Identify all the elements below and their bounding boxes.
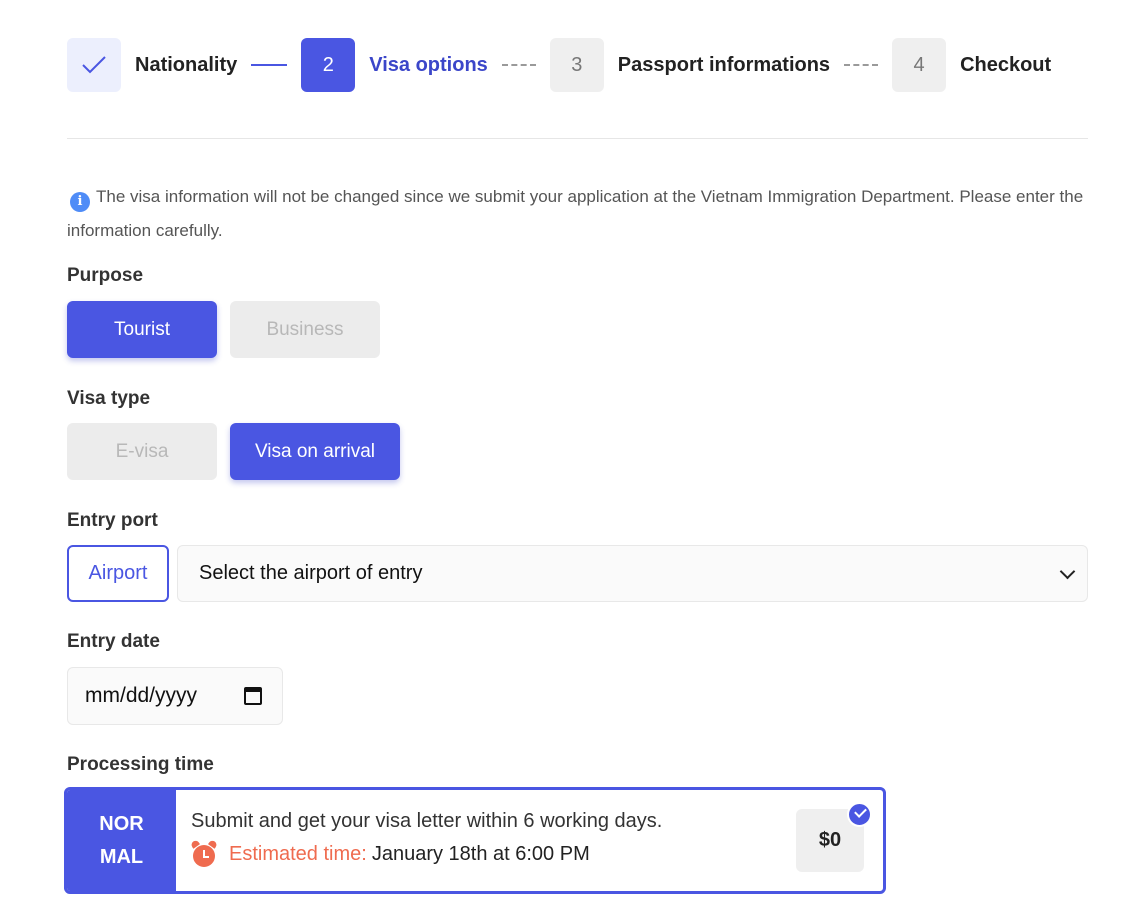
info-icon: i [70, 192, 90, 212]
notice-text: The visa information will not be changed… [67, 187, 1084, 240]
purpose-label: Purpose [67, 265, 144, 286]
calendar-icon[interactable] [244, 687, 262, 705]
processing-option-normal[interactable]: NORMAL Submit and get your visa letter w… [64, 787, 886, 894]
alarm-clock-icon [190, 839, 218, 867]
step-3-number[interactable]: 3 [549, 38, 604, 92]
step-2-number[interactable]: 2 [301, 38, 356, 92]
processing-description: Submit and get your visa letter within 6… [191, 810, 663, 832]
processing-time-label: Processing time [67, 754, 214, 775]
step-4-label[interactable]: Checkout [960, 54, 1051, 77]
entry-date-label: Entry date [67, 631, 160, 652]
airport-select-value: Select the airport of entry [199, 562, 423, 584]
entry-date-value: mm/dd/yyyy [85, 684, 198, 707]
step-2-label[interactable]: Visa options [369, 54, 488, 77]
estimated-time-value: January 18th at 6:00 PM [371, 842, 590, 865]
step-3-label[interactable]: Passport informations [618, 54, 830, 77]
visa-type-on-arrival-button[interactable]: Visa on arrival [230, 423, 400, 480]
visa-type-label: Visa type [67, 388, 151, 409]
step-1-label[interactable]: Nationality [135, 54, 237, 77]
entry-date-input[interactable]: mm/dd/yyyy [67, 667, 283, 725]
estimated-time-row: Estimated time: January 18th at 6:00 PM [190, 839, 883, 867]
estimated-time-label: Estimated time: [229, 842, 367, 865]
divider [67, 138, 1088, 139]
progress-stepper: Nationality 2 Visa options 3 Passport in… [67, 38, 1051, 92]
airport-badge: Airport [67, 545, 169, 602]
airport-select[interactable]: Select the airport of entry [177, 545, 1088, 602]
visa-type-evisa-button[interactable]: E-visa [67, 423, 217, 480]
step-connector [844, 64, 879, 66]
purpose-tourist-button[interactable]: Tourist [67, 301, 217, 358]
processing-tag: NORMAL [67, 790, 176, 891]
purpose-business-button[interactable]: Business [230, 301, 380, 358]
selected-check-icon [847, 802, 872, 827]
entry-port-label: Entry port [67, 510, 158, 531]
step-connector [501, 64, 536, 66]
chevron-down-icon [1059, 563, 1076, 580]
step-connector [251, 64, 288, 66]
info-notice: i The visa information will not be change… [67, 180, 1097, 248]
processing-tag-text: NORMAL [99, 812, 144, 868]
step-1-complete[interactable] [67, 38, 121, 92]
step-4-number[interactable]: 4 [892, 38, 947, 92]
check-icon [82, 56, 106, 74]
processing-details: Submit and get your visa letter within 6… [176, 790, 883, 891]
